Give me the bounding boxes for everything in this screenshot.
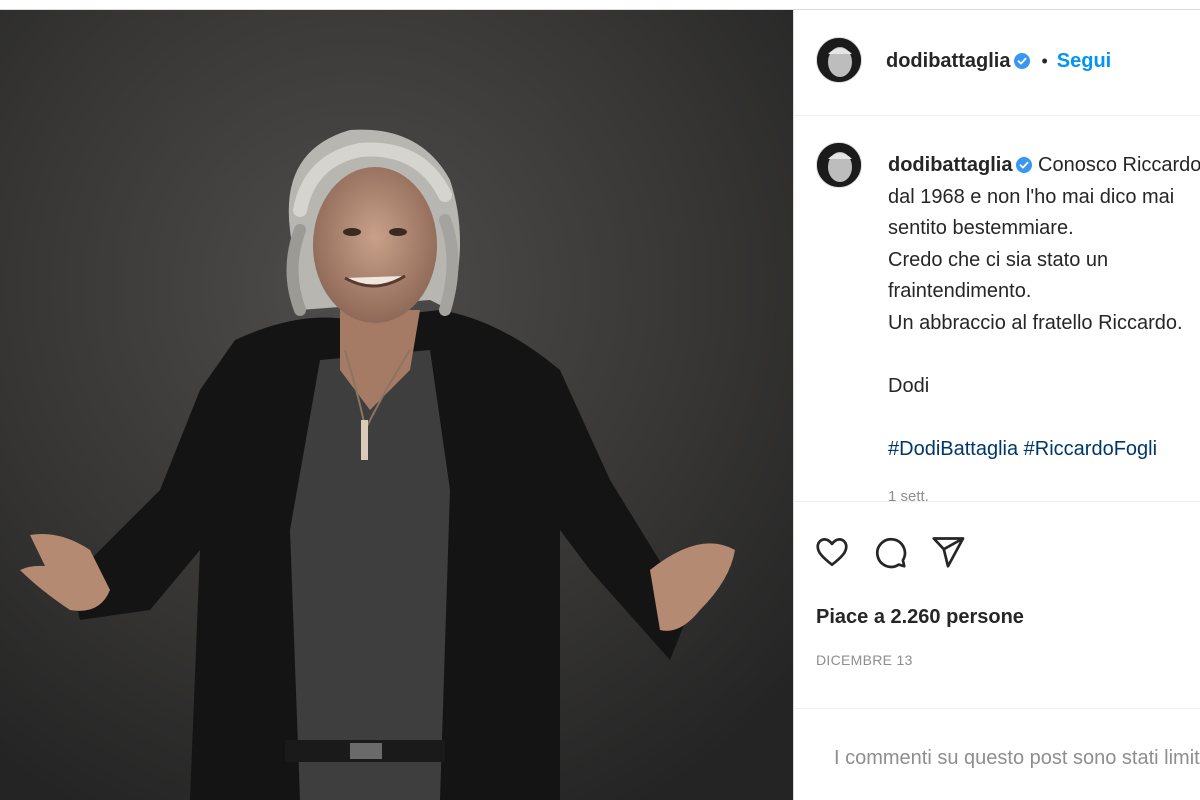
comments-section: I commenti su questo post sono stati lim… — [794, 708, 1200, 800]
caption-line: sentito bestemmiare. — [888, 217, 1074, 240]
caption-blank-line — [888, 340, 1200, 372]
caption-avatar[interactable] — [816, 142, 862, 188]
caption-line: Credo che ci sia stato un — [888, 248, 1109, 271]
caption-username[interactable]: dodibattaglia — [888, 154, 1012, 176]
post-header: dodibattaglia • Segui — [794, 10, 1200, 116]
instagram-post-window: dodibattaglia • Segui dodibattaglia Cono… — [0, 0, 1200, 800]
comments-limited-notice: I commenti su questo post sono stati lim… — [834, 747, 1200, 769]
hashtag-link[interactable]: #RiccardoFogli — [1024, 438, 1157, 460]
avatar-illustration — [817, 143, 861, 187]
photo-illustration — [0, 10, 793, 800]
caption-line: fraintendimento. — [888, 280, 1032, 303]
caption-area: dodibattaglia Conosco Riccardo dal 1968 … — [794, 116, 1200, 502]
avatar-illustration — [817, 38, 861, 82]
post-date: DICEMBRE 13 — [816, 652, 913, 668]
header-username[interactable]: dodibattaglia — [886, 50, 1010, 73]
hashtag-link[interactable]: #DodiBattaglia — [888, 438, 1018, 460]
caption-hashtags: #DodiBattaglia #RiccardoFogli — [888, 434, 1200, 466]
post-side-panel: dodibattaglia • Segui dodibattaglia Cono… — [793, 10, 1200, 800]
verified-badge-icon — [1016, 157, 1033, 173]
caption-line: Un abbraccio al fratello Riccardo. — [888, 311, 1183, 334]
header-separator: • — [1041, 50, 1048, 71]
top-strip — [0, 0, 1200, 10]
caption-blank-line — [888, 403, 1200, 435]
follow-button[interactable]: Segui — [1057, 50, 1111, 73]
send-icon[interactable] — [930, 534, 966, 570]
caption-line: Dodi — [888, 375, 930, 398]
caption-timestamp[interactable]: 1 sett. — [888, 488, 929, 501]
heart-icon[interactable] — [814, 534, 850, 570]
comment-icon[interactable] — [872, 534, 908, 570]
likes-count[interactable]: Piace a 2.260 persone — [816, 606, 1024, 629]
action-bar — [814, 530, 966, 574]
caption-text: dodibattaglia Conosco Riccardo dal 1968 … — [888, 150, 1200, 466]
caption-first-line: dodibattaglia Conosco Riccardo — [888, 150, 1200, 182]
header-user-line: dodibattaglia • Segui — [886, 47, 1111, 75]
caption-line: Conosco Riccardo — [1038, 154, 1200, 176]
post-photo[interactable] — [0, 10, 793, 800]
avatar[interactable] — [816, 37, 862, 83]
caption-line: dal 1968 e non l'ho mai dico mai — [888, 185, 1175, 208]
verified-badge-icon — [1014, 53, 1031, 69]
